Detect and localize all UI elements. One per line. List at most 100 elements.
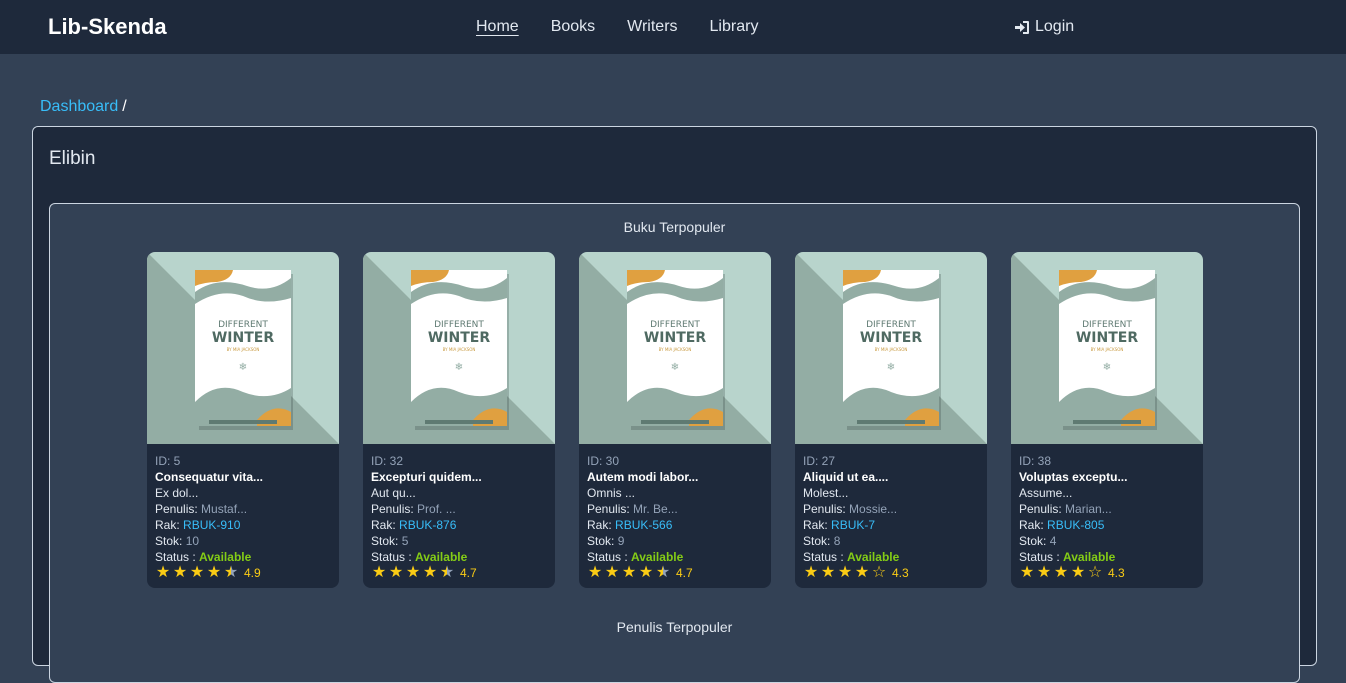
breadcrumb-dashboard-link[interactable]: Dashboard <box>40 98 118 115</box>
status-badge: Available <box>1063 550 1116 564</box>
star-filled-icon: ★ <box>803 564 819 581</box>
shelf-link[interactable]: RBUK-876 <box>399 518 456 532</box>
book-card[interactable]: DIFFERENT WINTER BY MIA JACKSON ❄ ID: 5 … <box>147 252 339 588</box>
book-card[interactable]: DIFFERENT WINTER BY MIA JACKSON ❄ ID: 38… <box>1011 252 1203 588</box>
book-card[interactable]: DIFFERENT WINTER BY MIA JACKSON ❄ ID: 32… <box>363 252 555 588</box>
svg-text:❄: ❄ <box>239 362 247 373</box>
star-filled-icon: ★ <box>837 564 853 581</box>
book-stock: Stok: 5 <box>371 534 409 548</box>
rating-score: 4.3 <box>1108 566 1125 580</box>
book-title[interactable]: Voluptas exceptu... <box>1019 469 1195 485</box>
star-filled-icon: ★ <box>638 564 654 581</box>
svg-text:BY MIA JACKSON: BY MIA JACKSON <box>227 347 260 352</box>
book-cover-image: DIFFERENT WINTER BY MIA JACKSON ❄ <box>1011 252 1203 444</box>
star-filled-icon: ★ <box>587 564 603 581</box>
book-rating: ★ ★ ★ ★ ☆ 4.3 <box>1019 565 1195 581</box>
book-list: DIFFERENT WINTER BY MIA JACKSON ❄ ID: 5 … <box>147 252 1203 588</box>
nav-library[interactable]: Library <box>710 17 759 37</box>
svg-text:DIFFERENT: DIFFERENT <box>1082 320 1132 330</box>
book-card[interactable]: DIFFERENT WINTER BY MIA JACKSON ❄ ID: 30… <box>579 252 771 588</box>
book-info: ID: 32 Excepturi quidem... Aut qu... Pen… <box>363 444 555 581</box>
book-subtitle: Molest... <box>803 486 849 500</box>
book-status: Status : Available <box>1019 550 1116 564</box>
book-rating: ★ ★ ★ ★ ☆ 4.3 <box>803 565 979 581</box>
shelf-link[interactable]: RBUK-7 <box>831 518 875 532</box>
book-cover-image: DIFFERENT WINTER BY MIA JACKSON ❄ <box>579 252 771 444</box>
popular-section-card: Buku Terpopuler DIFFERENT WINTER BY MIA … <box>49 203 1300 683</box>
book-subtitle: Omnis ... <box>587 486 636 500</box>
star-filled-icon: ★ <box>388 564 404 581</box>
shelf-link[interactable]: RBUK-910 <box>183 518 240 532</box>
star-half-icon: ★ <box>439 564 455 581</box>
star-filled-icon: ★ <box>621 564 637 581</box>
book-status: Status : Available <box>587 550 684 564</box>
book-info: ID: 27 Aliquid ut ea.... Molest... Penul… <box>795 444 987 581</box>
book-stock: Stok: 8 <box>803 534 841 548</box>
svg-text:DIFFERENT: DIFFERENT <box>650 320 700 330</box>
book-cover-image: DIFFERENT WINTER BY MIA JACKSON ❄ <box>147 252 339 444</box>
main-card: Elibin Buku Terpopuler DIFFERENT WINTER … <box>32 126 1317 683</box>
book-rating: ★ ★ ★ ★ ★ 4.9 <box>155 565 331 581</box>
status-badge: Available <box>847 550 900 564</box>
book-id: ID: 27 <box>803 454 836 468</box>
svg-text:WINTER: WINTER <box>644 330 706 346</box>
svg-text:❄: ❄ <box>671 362 679 373</box>
popular-writers-title: Penulis Terpopuler <box>616 619 733 635</box>
book-subtitle: Ex dol... <box>155 486 199 500</box>
status-badge: Available <box>199 550 252 564</box>
svg-text:WINTER: WINTER <box>1076 330 1138 346</box>
star-filled-icon: ★ <box>172 564 188 581</box>
star-filled-icon: ★ <box>405 564 421 581</box>
book-status: Status : Available <box>371 550 468 564</box>
nav-home[interactable]: Home <box>476 17 519 37</box>
svg-text:DIFFERENT: DIFFERENT <box>218 320 268 330</box>
sign-in-icon <box>1015 20 1029 34</box>
book-title[interactable]: Aliquid ut ea.... <box>803 469 979 485</box>
book-author: Penulis: Prof. ... <box>371 502 456 516</box>
login-label: Login <box>1035 18 1075 35</box>
star-filled-icon: ★ <box>155 564 171 581</box>
breadcrumb-separator: / <box>122 98 127 115</box>
book-author: Penulis: Marian... <box>1019 502 1112 516</box>
book-stock: Stok: 9 <box>587 534 625 548</box>
star-filled-icon: ★ <box>604 564 620 581</box>
book-id: ID: 30 <box>587 454 620 468</box>
login-button[interactable]: Login <box>1014 17 1074 37</box>
book-cover-image: DIFFERENT WINTER BY MIA JACKSON ❄ <box>363 252 555 444</box>
svg-text:WINTER: WINTER <box>860 330 922 346</box>
brand-logo[interactable]: Lib-Skenda <box>48 13 167 41</box>
nav-writers[interactable]: Writers <box>627 17 677 37</box>
star-empty-icon: ☆ <box>1087 564 1103 581</box>
book-title[interactable]: Consequatur vita... <box>155 469 331 485</box>
svg-text:BY MIA JACKSON: BY MIA JACKSON <box>1091 347 1124 352</box>
book-shelf: Rak: RBUK-805 <box>1019 518 1105 532</box>
book-id: ID: 32 <box>371 454 404 468</box>
page-title: Elibin <box>49 148 96 169</box>
shelf-link[interactable]: RBUK-805 <box>1047 518 1104 532</box>
book-status: Status : Available <box>803 550 900 564</box>
book-title[interactable]: Excepturi quidem... <box>371 469 547 485</box>
svg-text:BY MIA JACKSON: BY MIA JACKSON <box>875 347 908 352</box>
nav-books[interactable]: Books <box>551 17 595 37</box>
star-filled-icon: ★ <box>854 564 870 581</box>
svg-text:DIFFERENT: DIFFERENT <box>434 320 484 330</box>
status-badge: Available <box>415 550 468 564</box>
star-filled-icon: ★ <box>422 564 438 581</box>
book-card[interactable]: DIFFERENT WINTER BY MIA JACKSON ❄ ID: 27… <box>795 252 987 588</box>
svg-text:❄: ❄ <box>1103 362 1111 373</box>
book-subtitle: Assume... <box>1019 486 1073 500</box>
shelf-link[interactable]: RBUK-566 <box>615 518 672 532</box>
star-filled-icon: ★ <box>1036 564 1052 581</box>
navbar: Lib-Skenda Home Books Writers Library Lo… <box>0 0 1346 54</box>
book-shelf: Rak: RBUK-7 <box>803 518 876 532</box>
star-half-icon: ★ <box>655 564 671 581</box>
star-filled-icon: ★ <box>206 564 222 581</box>
book-title[interactable]: Autem modi labor... <box>587 469 763 485</box>
svg-text:WINTER: WINTER <box>428 330 490 346</box>
svg-text:WINTER: WINTER <box>212 330 274 346</box>
breadcrumb: Dashboard / <box>40 97 127 117</box>
nav-links: Home Books Writers Library <box>476 17 758 37</box>
rating-score: 4.9 <box>244 566 261 580</box>
book-stock: Stok: 4 <box>1019 534 1057 548</box>
svg-text:BY MIA JACKSON: BY MIA JACKSON <box>443 347 476 352</box>
